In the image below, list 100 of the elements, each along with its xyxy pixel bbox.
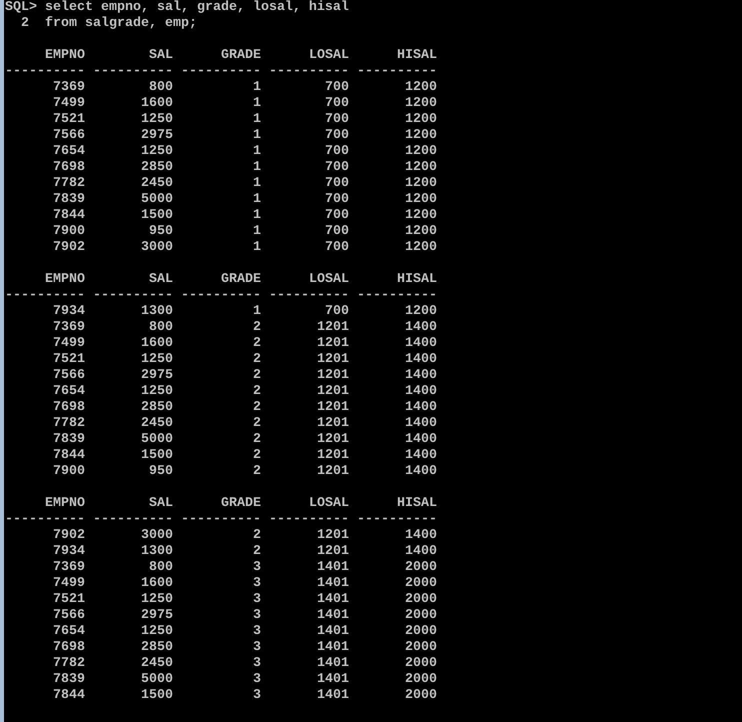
table-cell-text: 1401 <box>316 640 349 656</box>
table-cell-text: 1200 <box>404 128 437 144</box>
table-cell-text: 1600 <box>140 336 173 352</box>
table-cell-text: 7839 <box>52 192 85 208</box>
table-cell-text: 1250 <box>140 112 173 128</box>
table-cell-text: 7900 <box>52 224 85 240</box>
table-cell-text: 3 <box>252 624 261 640</box>
column-heading: LOSAL <box>308 48 349 64</box>
table-cell-text: 2000 <box>404 608 437 624</box>
table-cell-text: 1200 <box>404 176 437 192</box>
table-cell-text: 2000 <box>404 560 437 576</box>
column-underline: ---------- <box>181 512 261 528</box>
table-cell-text: 1400 <box>404 464 437 480</box>
table-cell-text: 7844 <box>52 688 85 704</box>
table-cell-text: 7369 <box>52 560 85 576</box>
table-cell-text: 2 <box>252 368 261 384</box>
table-cell-text: 1201 <box>316 400 349 416</box>
table-cell-text: 1200 <box>404 304 437 320</box>
table-cell-text: 3 <box>252 640 261 656</box>
table-cell-text: 1300 <box>140 304 173 320</box>
table-cell-text: 7934 <box>52 544 85 560</box>
column-underline: ---------- <box>5 64 85 80</box>
column-underline: ---------- <box>357 64 437 80</box>
table-cell-text: 1250 <box>140 144 173 160</box>
table-cell-text: 2850 <box>140 400 173 416</box>
table-cell-text: 1201 <box>316 320 349 336</box>
column-heading: SAL <box>148 496 173 512</box>
table-cell-text: 3000 <box>140 528 173 544</box>
table-cell-text: 1401 <box>316 688 349 704</box>
table-cell-text: 2 <box>252 448 261 464</box>
table-cell-text: 2 <box>252 336 261 352</box>
table-cell-text: 1 <box>252 160 261 176</box>
table-cell-text: 800 <box>148 80 173 96</box>
table-cell-text: 1201 <box>316 384 349 400</box>
table-cell-text: 2 <box>252 464 261 480</box>
table-cell-text: 2000 <box>404 624 437 640</box>
column-underline: ---------- <box>269 64 349 80</box>
table-cell-text: 2 <box>252 528 261 544</box>
table-cell-text: 1401 <box>316 576 349 592</box>
table-cell-text: 3 <box>252 672 261 688</box>
table-cell-text: 2 <box>252 432 261 448</box>
table-cell-text: 2000 <box>404 672 437 688</box>
column-heading: EMPNO <box>44 48 85 64</box>
table-cell-text: 2850 <box>140 640 173 656</box>
table-cell-text: 7934 <box>52 304 85 320</box>
table-cell-text: 7698 <box>52 400 85 416</box>
table-cell-text: 2450 <box>140 416 173 432</box>
column-underline: ---------- <box>93 288 173 304</box>
column-underline: ---------- <box>269 288 349 304</box>
column-underline: ---------- <box>269 512 349 528</box>
table-cell-text: 1201 <box>316 528 349 544</box>
table-cell-text: 7782 <box>52 656 85 672</box>
column-heading: HISAL <box>396 496 437 512</box>
table-cell-text: 1400 <box>404 416 437 432</box>
table-cell-text: 3000 <box>140 240 173 256</box>
table-cell-text: 2 <box>252 320 261 336</box>
column-heading: GRADE <box>220 272 261 288</box>
table-cell-text: 7566 <box>52 368 85 384</box>
table-cell-text: 7521 <box>52 352 85 368</box>
table-cell-text: 2975 <box>140 608 173 624</box>
table-cell-text: 1 <box>252 176 261 192</box>
table-cell-text: 5000 <box>140 432 173 448</box>
table-cell-text: 2000 <box>404 688 437 704</box>
table-cell-text: 1400 <box>404 336 437 352</box>
table-cell-text: 1201 <box>316 544 349 560</box>
table-cell-text: 2 <box>252 400 261 416</box>
column-underline: ---------- <box>93 512 173 528</box>
table-cell-text: 700 <box>324 112 349 128</box>
table-cell-text: 1 <box>252 224 261 240</box>
table-cell-text: 7698 <box>52 640 85 656</box>
table-cell-text: 1201 <box>316 432 349 448</box>
table-cell-text: 1500 <box>140 448 173 464</box>
table-cell-text: 1 <box>252 96 261 112</box>
table-cell-text: 7521 <box>52 112 85 128</box>
column-heading: HISAL <box>396 272 437 288</box>
column-heading: EMPNO <box>44 496 85 512</box>
table-cell-text: 950 <box>148 224 173 240</box>
table-cell-text: 7698 <box>52 160 85 176</box>
column-underline: ---------- <box>5 288 85 304</box>
column-heading: HISAL <box>396 48 437 64</box>
table-cell-text: 2 <box>252 352 261 368</box>
column-underline: ---------- <box>181 64 261 80</box>
table-cell-text: 1200 <box>404 208 437 224</box>
column-heading: SAL <box>148 48 173 64</box>
table-cell-text: 1200 <box>404 192 437 208</box>
table-cell-text: 700 <box>324 80 349 96</box>
column-heading: LOSAL <box>308 272 349 288</box>
table-cell-text: 3 <box>252 608 261 624</box>
table-cell-text: 7499 <box>52 96 85 112</box>
table-cell-text: 2975 <box>140 368 173 384</box>
table-cell-text: 7902 <box>52 528 85 544</box>
table-cell-text: 7839 <box>52 672 85 688</box>
table-cell-text: 1 <box>252 208 261 224</box>
table-cell-text: 700 <box>324 176 349 192</box>
table-cell-text: 700 <box>324 192 349 208</box>
table-cell-text: 7521 <box>52 592 85 608</box>
table-cell-text: 7844 <box>52 208 85 224</box>
table-cell-text: 1250 <box>140 384 173 400</box>
table-cell-text: 1200 <box>404 160 437 176</box>
table-cell-text: 5000 <box>140 192 173 208</box>
